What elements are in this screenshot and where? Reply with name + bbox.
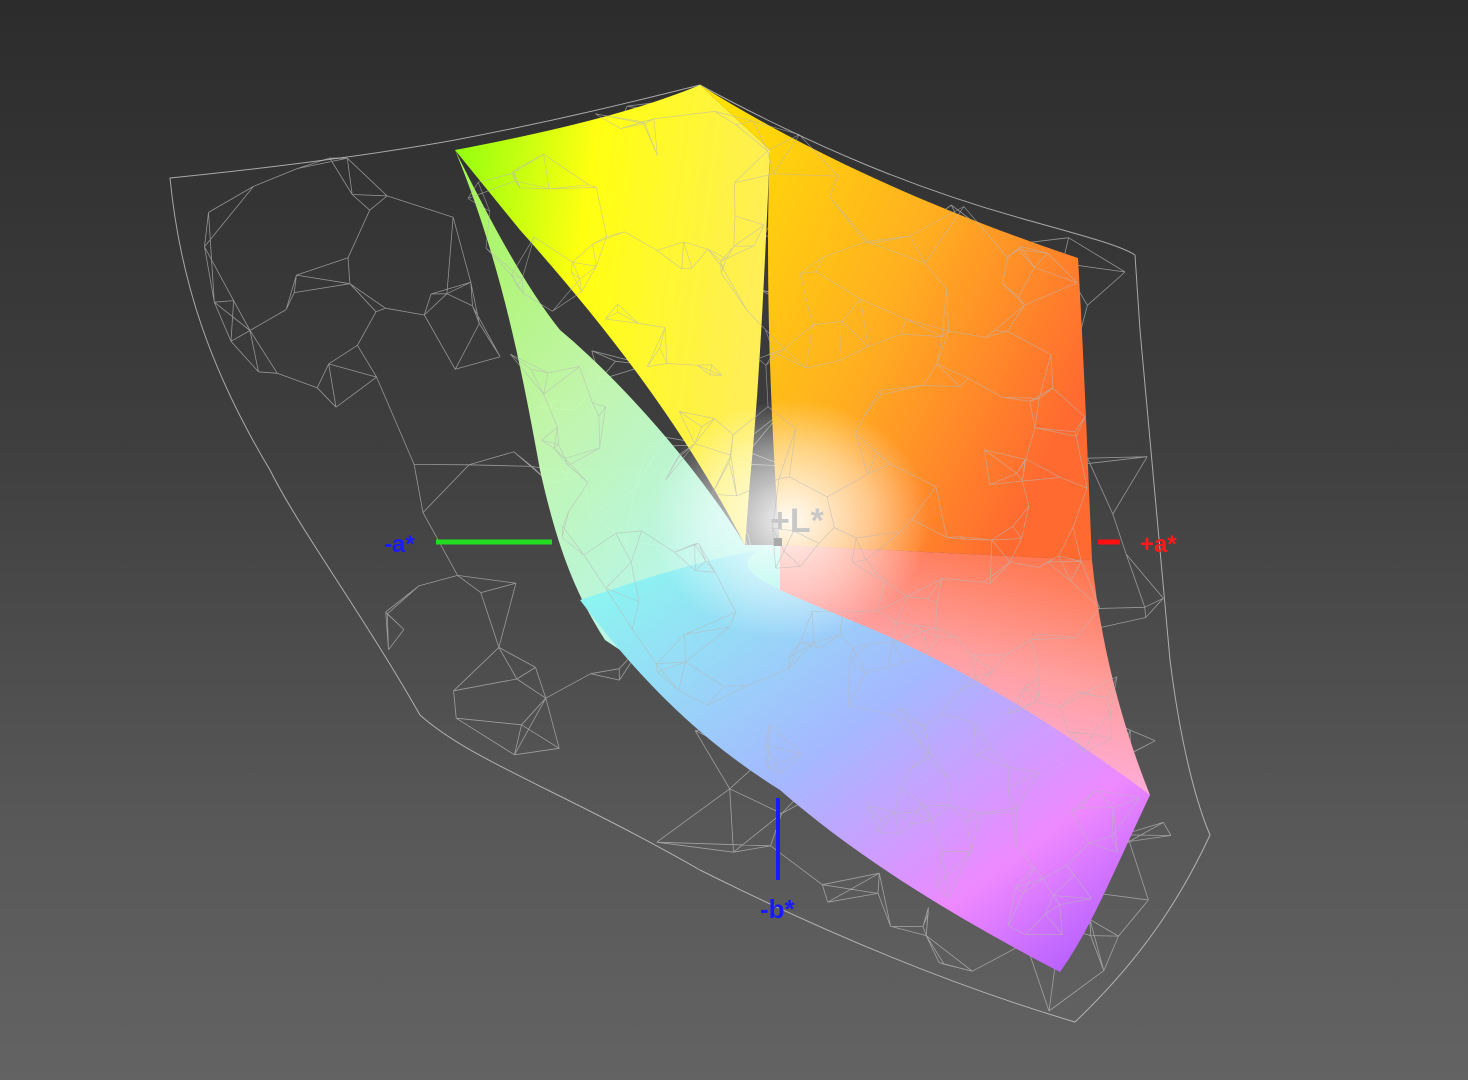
a-plus-axis-label: +a* — [1140, 531, 1177, 558]
color-gamut-diagram: +L* -a* +a* -b* — [169, 84, 1211, 1023]
b-minus-axis-label: -b* — [760, 894, 796, 924]
gamut-3d-viewport[interactable]: +L* -a* +a* -b* — [0, 0, 1468, 1080]
a-minus-axis-label: -a* — [384, 531, 415, 558]
l-plus-axis-label: +L* — [770, 502, 825, 540]
